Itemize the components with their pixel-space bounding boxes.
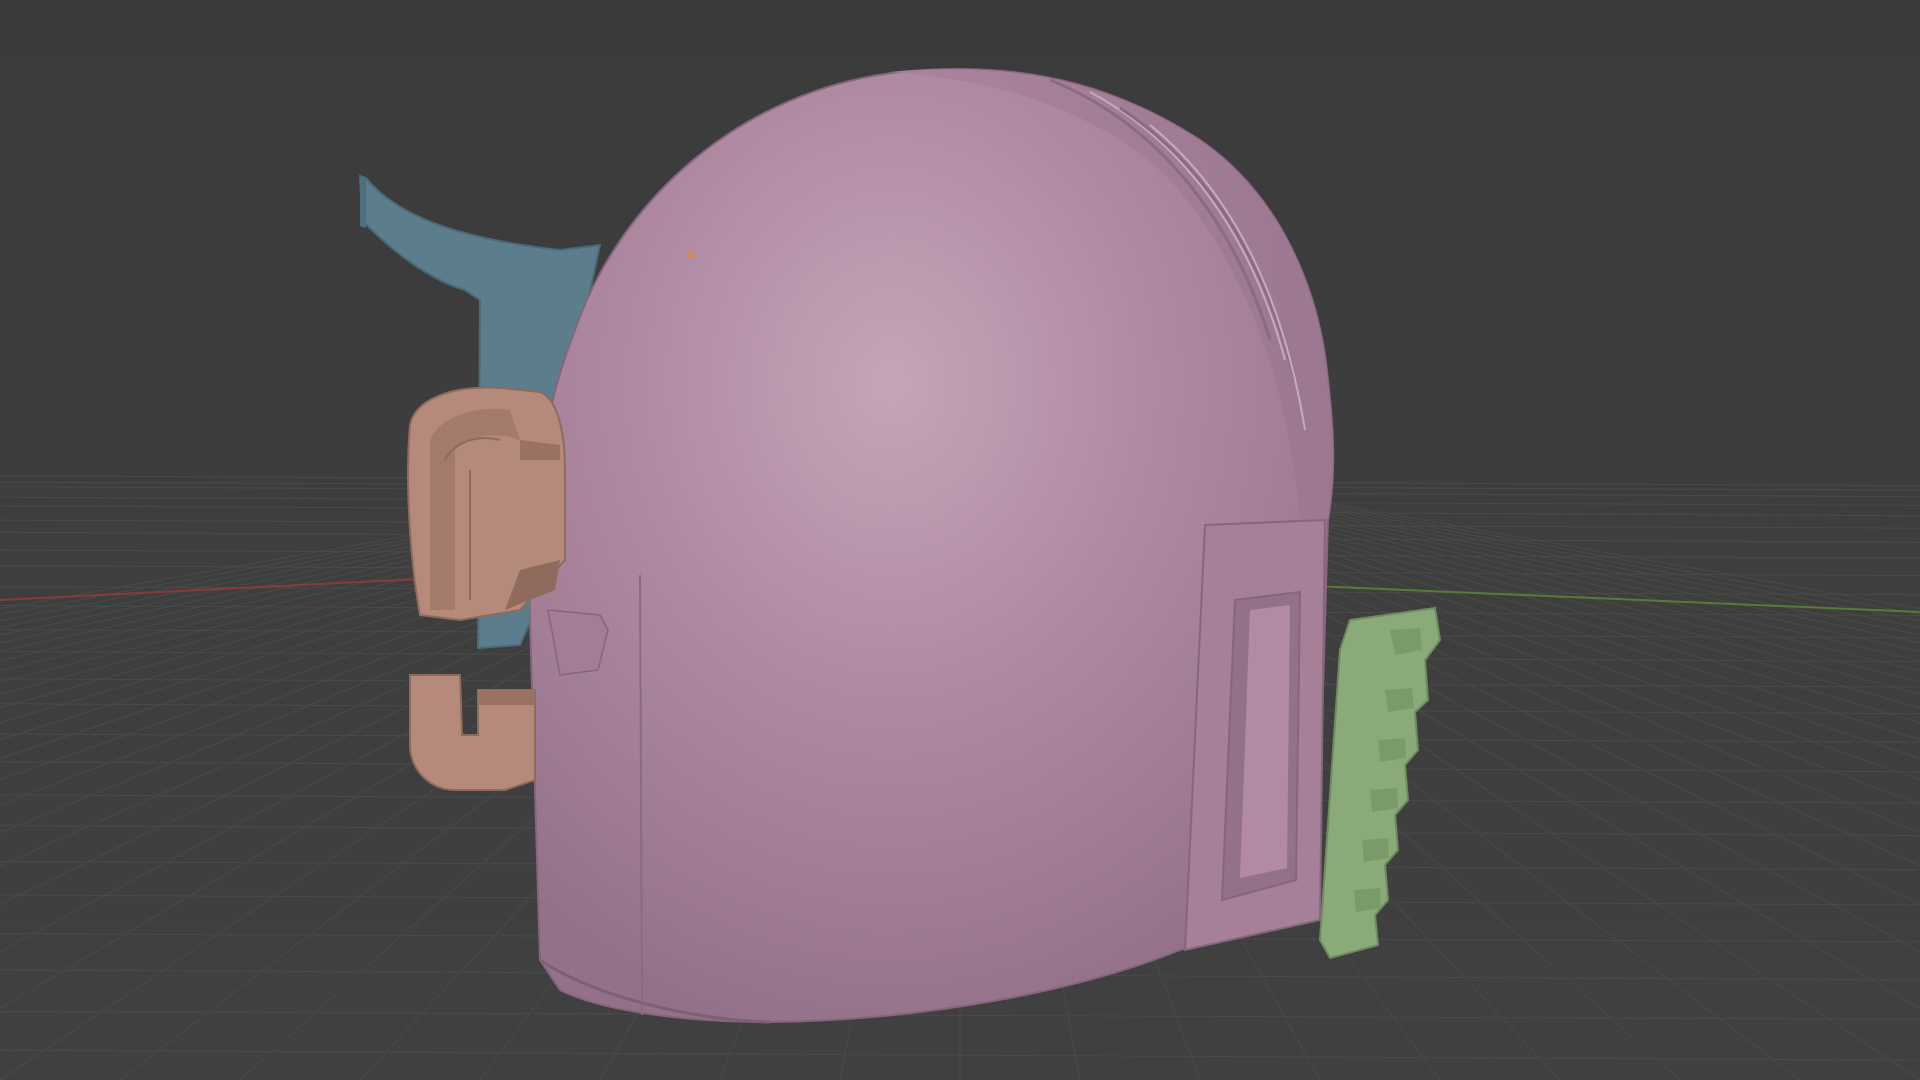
ear-cap[interactable] (407, 386, 566, 622)
viewport-canvas[interactable] (0, 0, 1920, 1080)
3d-viewport[interactable] (0, 0, 1920, 1080)
helmet-side-panel (1183, 518, 1327, 952)
helmet-dome[interactable] (528, 68, 1335, 1024)
